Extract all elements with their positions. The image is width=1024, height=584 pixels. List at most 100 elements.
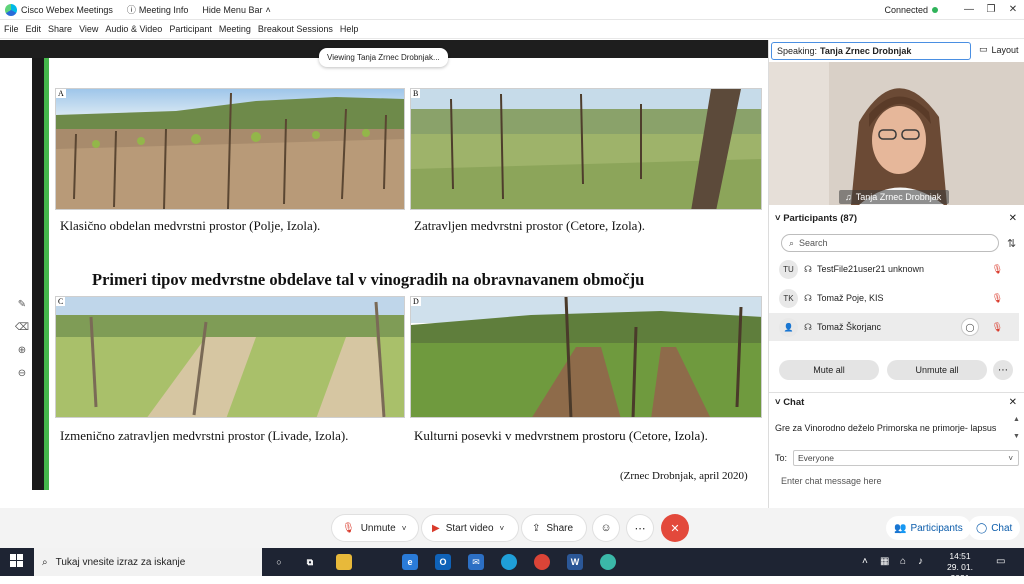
reactions-icon[interactable]: ☺ [593,515,619,541]
network-icon[interactable]: ⌂ [900,556,906,567]
scroll-up-icon[interactable]: ▲ [1013,416,1020,423]
menu-edit[interactable]: Edit [22,24,45,34]
participant-row[interactable]: TU ☊ TestFile21user21 unknown 🎙 [769,255,1019,283]
start-video-label: Start video [445,522,494,534]
word-icon[interactable]: W [567,554,583,570]
share-button[interactable]: ⇪ Share [522,515,586,541]
avatar: TK [779,288,798,308]
taskbar-search-input[interactable]: ⌕ Tukaj vnesite izraz za iskanje [34,548,262,576]
webex-taskbar-icon[interactable] [600,554,616,570]
notifications-icon[interactable]: ▭ [996,556,1005,567]
layout-button[interactable]: ▭ Layout [979,44,1019,55]
viewing-indicator[interactable]: Viewing Tanja Zrnec Drobnjak... [319,48,448,67]
scroll-down-icon[interactable]: ▼ [1013,433,1020,440]
right-panel: Speaking: Tanja Zrnec Drobnjak ▭ Layout … [768,40,1024,508]
menu-file[interactable]: File [0,24,22,34]
zoom-in-icon[interactable]: ⊕ [18,345,26,356]
muted-mic-icon[interactable]: 🎙 [992,293,1003,304]
muted-mic-icon[interactable]: 🎙 [992,322,1003,333]
participant-row[interactable]: TK ☊ Tomaž Poje, KIS 🎙 [769,284,1019,312]
minimize-icon[interactable]: — [958,4,980,15]
chat-tab-label: Chat [991,522,1013,534]
close-window-icon[interactable]: ✕ [1002,4,1024,15]
menu-audio-video[interactable]: Audio & Video [101,24,165,34]
chat-tab[interactable]: ◯ Chat [968,516,1021,540]
participant-row[interactable]: 👤 ☊ Tomaž Škorjanc ◯ 🎙 [769,313,1019,341]
participant-name: Tomaž Škorjanc [817,322,882,332]
outlook-icon[interactable]: O [435,554,451,570]
participants-icon: 👥 [894,522,907,534]
speaking-name: Tanja Zrnec Drobnjak [820,46,912,56]
active-speaker-bar[interactable]: Speaking: Tanja Zrnec Drobnjak [771,42,971,60]
close-participants-icon[interactable]: ✕ [1009,213,1017,224]
edge-icon[interactable]: e [402,554,418,570]
connection-status-label: Connected [884,4,928,15]
participants-title: Participants (87) [783,212,858,224]
menu-meeting[interactable]: Meeting [215,24,254,34]
shared-content-stage: A Klasično obdelan medvrstni prostor (Po… [0,40,768,530]
vineyard-photo-d [411,297,761,417]
task-view-icon[interactable]: ⧉ [302,554,318,570]
to-label: To: [775,453,788,463]
participant-search-input[interactable]: ⌕ Search [781,234,999,252]
hide-menu-bar-button[interactable]: Hide Menu Bar ˄ [202,5,270,15]
restore-icon[interactable]: ❐ [980,4,1002,15]
trash-icon[interactable]: ⌫ [15,322,29,333]
unmute-button[interactable]: 🎙 Unmute ˅ [332,515,418,541]
slide-green-strip [44,58,49,490]
muted-mic-icon[interactable]: 🎙 [992,264,1003,275]
menu-help[interactable]: Help [336,24,362,34]
meeting-info-button[interactable]: ⓘ Meeting Info [127,3,189,16]
close-chat-icon[interactable]: ✕ [1009,397,1017,408]
chevron-up-icon: ˄ [265,4,271,15]
unmute-all-button[interactable]: Unmute all [887,360,987,380]
avatar-user-icon: 👤 [779,317,798,337]
recipient-value: Everyone [798,453,834,463]
recipient-select[interactable]: Everyone ˅ [793,450,1020,466]
mute-all-button[interactable]: Mute all [779,360,879,380]
participants-tab[interactable]: 👥 Participants [886,516,971,540]
volume-icon[interactable]: ♪ [918,556,923,567]
photo-a: A [55,88,405,210]
info-icon: ⓘ [126,5,136,15]
vineyard-photo-a [56,89,404,209]
tray-chevron-up-icon[interactable]: ˄ [862,556,868,567]
connected-dot-icon [932,6,938,13]
participant-name: TestFile21user21 unknown [817,264,925,274]
sort-icon[interactable]: ⇅ [1007,237,1016,250]
more-options-icon[interactable]: ⋯ [993,360,1013,380]
tray-app-icon[interactable]: ▦ [880,556,889,567]
photo-b-caption: Zatravljen medvrstni prostor (Cetore, Iz… [414,218,646,233]
edge-new-icon[interactable] [501,554,517,570]
chat-icon: ◯ [976,522,988,534]
unmute-label: Unmute [360,522,396,534]
menu-view[interactable]: View [75,24,101,34]
headset-icon: ☊ [804,321,812,332]
zoom-out-icon[interactable]: ⊖ [18,368,26,379]
chat-bubble-icon[interactable]: ◯ [961,318,979,336]
slide-title: Primeri tipov medvrstne obdelave tal v v… [92,270,645,289]
mail-icon[interactable]: ✉ [468,554,484,570]
chat-message-input[interactable]: Enter chat message here [781,476,882,486]
clock-time: 14:51 [949,551,971,561]
file-explorer-icon[interactable] [336,554,352,570]
leave-meeting-icon[interactable]: ✕ [661,514,689,542]
collapse-chevron-icon[interactable]: ˅ [775,397,783,408]
more-icon[interactable]: ⋯ [627,515,653,541]
taskbar-clock[interactable]: 14:51 29. 01. 2021 [938,551,982,584]
title-bar: Cisco Webex Meetings ⓘ Meeting Info Hide… [0,0,1024,20]
menu-share[interactable]: Share [44,24,75,34]
layout-icon: ▭ [979,44,988,54]
annotate-icon[interactable]: ✎ [18,299,26,310]
menu-breakout-sessions[interactable]: Breakout Sessions [254,24,336,34]
collapse-chevron-icon[interactable]: ˅ [775,213,783,224]
start-video-button[interactable]: ▶ Start video ˅ [422,515,518,541]
speaking-prefix: Speaking: [777,46,818,56]
chrome-icon[interactable] [534,554,550,570]
photo-a-letter: A [56,89,66,98]
chat-header: ˅ Chat ✕ [769,392,1024,412]
photo-credit: (Zrnec Drobnjak, april 2020) [620,470,748,482]
menu-participant[interactable]: Participant [165,24,215,34]
cortana-icon[interactable]: ○ [271,554,287,570]
windows-start-icon[interactable] [10,554,26,570]
